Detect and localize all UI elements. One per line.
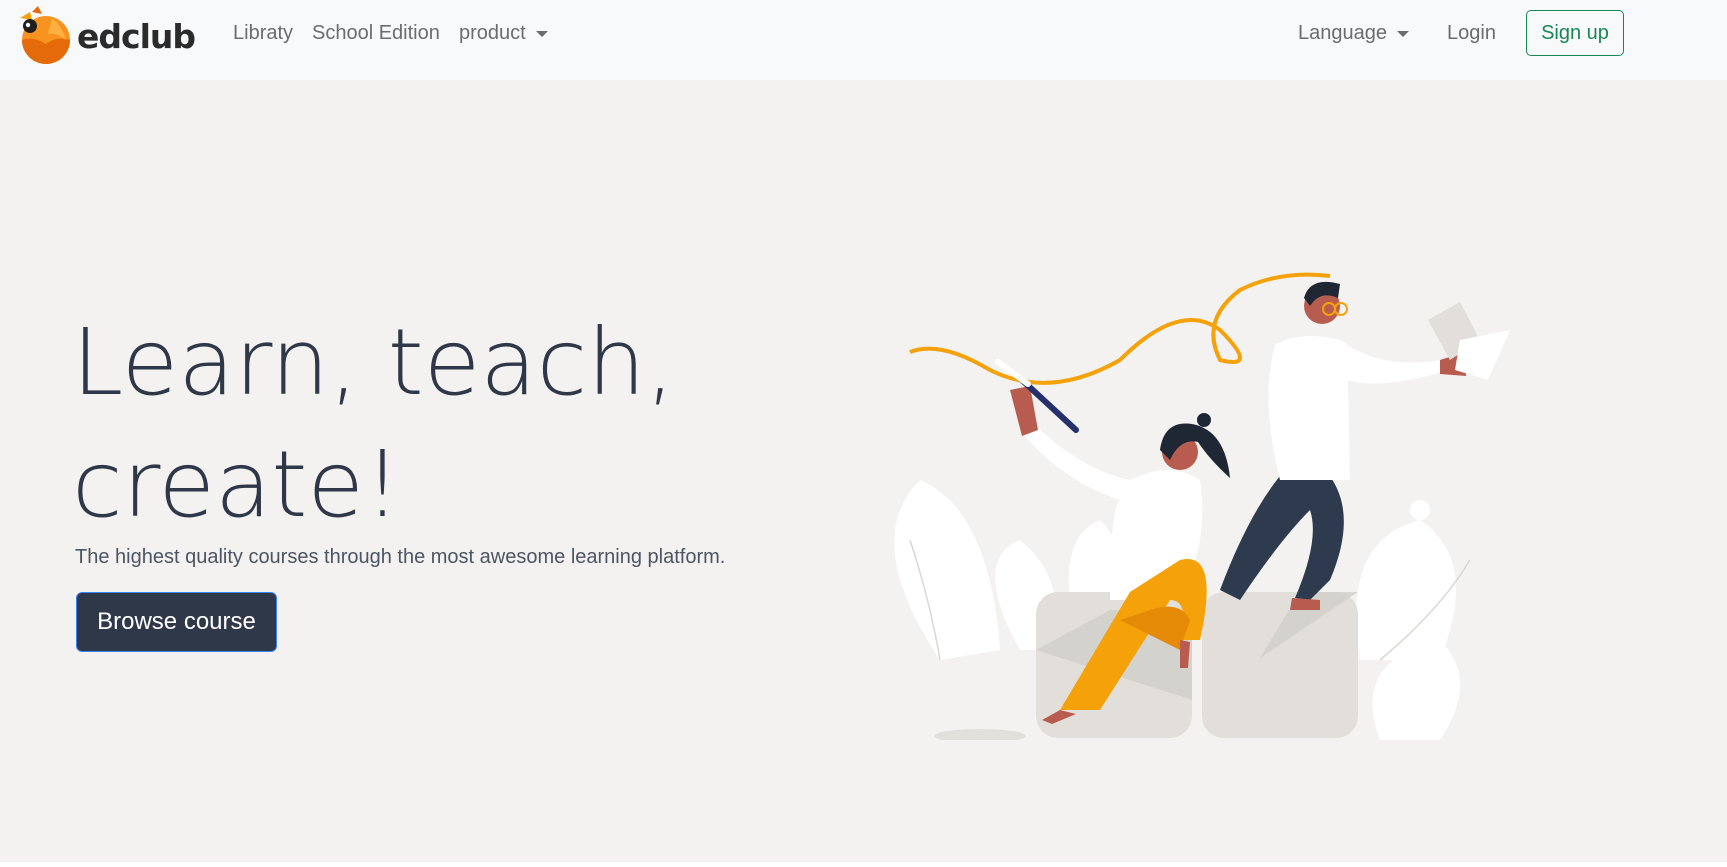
hero-subtitle: The highest quality courses through the … <box>75 546 726 568</box>
navbar: edclub Libraty School Edition product La… <box>0 0 1727 80</box>
brand-name: edclub <box>77 16 196 56</box>
language-dropdown[interactable]: Language <box>1298 22 1409 45</box>
nav-link-library[interactable]: Libraty <box>233 22 293 45</box>
chevron-down-icon <box>535 30 548 37</box>
ground-shadow <box>934 729 1026 740</box>
right-box <box>1202 592 1358 738</box>
login-link[interactable]: Login <box>1447 22 1496 45</box>
leaf-dot <box>1410 500 1430 520</box>
man-foot <box>1290 598 1320 610</box>
man-pants <box>1220 470 1344 600</box>
nav-dropdown-product-label: product <box>459 22 526 44</box>
learning-people-illustration <box>894 272 1510 740</box>
bird-logo-icon <box>20 6 70 64</box>
nav-link-school-edition[interactable]: School Edition <box>312 22 440 45</box>
page: edclub Libraty School Edition product La… <box>0 0 1727 867</box>
brand-logo-link[interactable]: edclub <box>16 6 196 66</box>
language-dropdown-label: Language <box>1298 22 1387 44</box>
woman-hair-bun <box>1197 413 1211 427</box>
man-shirt <box>1268 336 1442 480</box>
signup-button[interactable]: Sign up <box>1526 10 1624 56</box>
browse-course-button[interactable]: Browse course <box>76 592 277 652</box>
ribbon-line <box>909 272 1331 385</box>
hero-headline: Learn, teach, create! <box>72 309 675 538</box>
leaf-shape <box>894 480 1000 660</box>
leaf-shape <box>1356 520 1456 660</box>
nav-dropdown-product[interactable]: product <box>459 22 548 45</box>
hero-section: Learn, teach, create! The highest qualit… <box>0 80 1727 862</box>
chevron-down-icon <box>1396 30 1409 37</box>
